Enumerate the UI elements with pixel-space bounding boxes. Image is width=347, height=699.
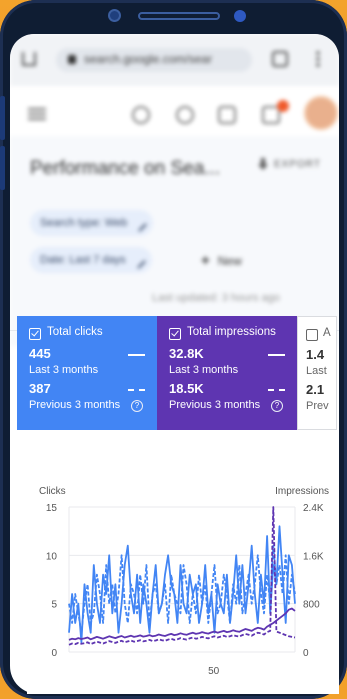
lock-icon [68, 55, 76, 64]
ctr-card[interactable]: A 1.4 Last 2.1 Prev [297, 316, 337, 430]
card-value: 445 [29, 346, 51, 361]
card-prev-value: 387 [29, 381, 51, 396]
y-tick-label-right: 2.4K [303, 503, 324, 514]
card-label: Total impressions [187, 326, 276, 338]
more-menu-icon[interactable] [316, 50, 320, 68]
y-tick-label-right: 0 [303, 648, 309, 659]
checkbox-checked-icon[interactable] [29, 328, 41, 340]
app-bar [10, 86, 339, 136]
dashed-legend-icon [268, 389, 285, 391]
manage-users-icon[interactable] [218, 106, 236, 124]
y-axis-label-right: Impressions [275, 486, 329, 497]
help-icon[interactable]: ? [131, 400, 143, 412]
last-updated-text: Last updated: 3 hours ago [152, 292, 280, 304]
hamburger-menu-icon[interactable] [28, 108, 46, 120]
new-filter-button[interactable]: + New [201, 252, 242, 269]
home-icon[interactable] [22, 52, 36, 66]
checkbox-checked-icon[interactable] [169, 328, 181, 340]
edit-icon [131, 216, 148, 232]
card-prev-period: Prev [306, 400, 329, 412]
edit-icon [129, 253, 146, 269]
avatar[interactable] [304, 96, 338, 130]
sensor-dot [234, 10, 246, 22]
card-value: 32.8K [169, 346, 204, 361]
card-period: Last 3 months [29, 364, 99, 376]
new-filter-label: New [217, 254, 242, 268]
y-tick-label-left: 10 [46, 551, 58, 562]
x-tick-label: 50 [208, 666, 220, 677]
card-prev-period: Previous 3 months [29, 399, 121, 411]
solid-legend-icon [268, 354, 285, 356]
camera-icon [108, 9, 121, 22]
download-icon[interactable] [258, 158, 268, 170]
card-prev-value: 2.1 [306, 382, 325, 397]
y-tick-label-right: 1.6K [303, 551, 324, 562]
card-prev-period: Previous 3 months [169, 399, 261, 411]
y-axis-label-left: Clicks [39, 486, 66, 497]
card-period: Last 3 months [169, 364, 239, 376]
page-title: Performance on Sea... [30, 158, 221, 179]
speaker-grille [138, 12, 220, 20]
notification-badge [277, 100, 289, 112]
y-tick-label-left: 15 [46, 503, 58, 514]
volume-button [0, 96, 5, 140]
solid-legend-icon [128, 354, 145, 356]
power-button [0, 146, 5, 190]
plus-icon: + [201, 252, 210, 269]
dashed-legend-icon [128, 389, 145, 391]
card-period: Last [306, 365, 327, 377]
performance-chart[interactable]: Clicks Impressions 15 2.4K 10 1.6K 5 800 0 0 50 [27, 464, 339, 694]
chart-svg: Clicks Impressions 15 2.4K 10 1.6K 5 800 0 0 50 [39, 486, 329, 677]
y-tick-label-right: 800 [303, 600, 320, 611]
date-label: Date: Last 7 days [40, 254, 126, 266]
card-label: Total clicks [47, 326, 103, 338]
search-type-chip[interactable]: Search type: Web [30, 210, 154, 236]
export-button[interactable]: EXPORT [274, 159, 321, 170]
card-value: 1.4 [306, 347, 325, 362]
help-icon[interactable] [176, 106, 194, 124]
date-chip[interactable]: Date: Last 7 days [30, 247, 152, 273]
total-clicks-card[interactable]: Total clicks 445 Last 3 months 387 Previ… [17, 316, 157, 430]
total-impressions-card[interactable]: Total impressions 32.8K Last 3 months 18… [157, 316, 297, 430]
url-text[interactable]: search.google.com/sear [84, 52, 212, 66]
blurred-header: search.google.com/sear Performance on Se… [10, 34, 339, 346]
y-tick-label-left: 5 [51, 600, 57, 611]
help-icon[interactable]: ? [271, 400, 283, 412]
card-prev-value: 18.5K [169, 381, 204, 396]
card-label: A [323, 327, 331, 339]
search-icon[interactable] [132, 106, 150, 124]
tabs-icon[interactable] [272, 51, 288, 67]
search-type-label: Search type: Web [40, 217, 128, 229]
checkbox-unchecked-icon[interactable] [306, 329, 318, 341]
y-tick-label-left: 0 [51, 648, 57, 659]
